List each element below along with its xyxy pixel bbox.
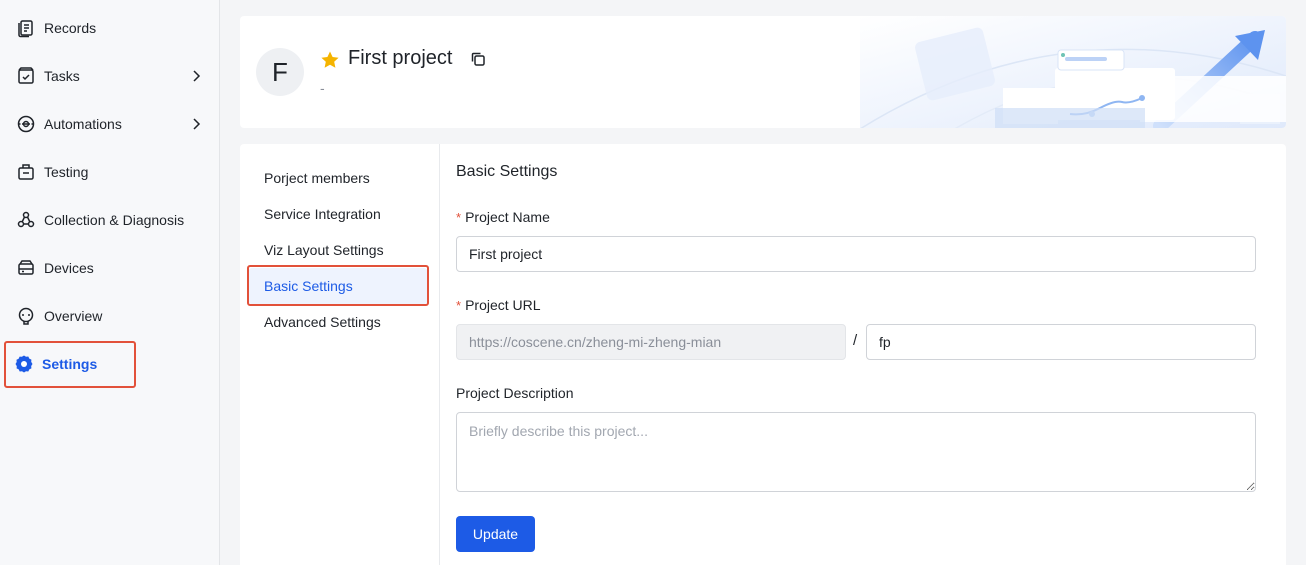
copy-icon[interactable] — [469, 50, 487, 68]
submenu-item-basic-settings[interactable]: Basic Settings — [248, 268, 428, 304]
project-url-slug-input[interactable] — [866, 324, 1256, 360]
project-name-label: * Project Name — [456, 209, 550, 225]
avatar: F — [256, 48, 304, 96]
sidebar-item-automations[interactable]: Automations — [8, 104, 212, 144]
sidebar: Records Tasks Automations Testing Collec… — [0, 0, 220, 565]
project-description-textarea[interactable] — [456, 412, 1256, 492]
sidebar-item-label: Devices — [44, 260, 94, 276]
banner-illustration — [860, 16, 1286, 128]
project-url-label: * Project URL — [456, 297, 541, 313]
url-separator: / — [853, 332, 858, 349]
sidebar-item-records[interactable]: Records — [8, 8, 212, 48]
sidebar-item-label: Settings — [42, 356, 98, 372]
project-subtitle: - — [320, 80, 325, 96]
star-icon[interactable] — [320, 50, 340, 70]
project-name-input[interactable] — [456, 236, 1256, 272]
page-title: First project — [348, 47, 453, 69]
sidebar-item-collection-diagnosis[interactable]: Collection & Diagnosis — [8, 200, 212, 240]
automations-icon — [14, 112, 38, 136]
update-button[interactable]: Update — [456, 516, 535, 552]
overview-icon — [14, 304, 38, 328]
chevron-right-icon — [193, 70, 201, 82]
submenu-item-service-integration[interactable]: Service Integration — [248, 196, 428, 232]
project-description-label: Project Description — [456, 385, 574, 401]
project-name-label-text: Project Name — [465, 209, 550, 225]
sidebar-item-label: Testing — [44, 164, 89, 180]
sidebar-item-label: Overview — [44, 308, 103, 324]
required-mark: * — [456, 210, 462, 225]
testing-icon — [14, 160, 38, 184]
sidebar-item-tasks[interactable]: Tasks — [8, 56, 212, 96]
chevron-right-icon — [193, 118, 201, 130]
records-icon — [14, 16, 38, 40]
sidebar-item-testing[interactable]: Testing — [8, 152, 212, 192]
project-header: F First project - — [240, 16, 1286, 128]
sidebar-item-label: Collection & Diagnosis — [44, 212, 185, 228]
settings-card: Porject members Service Integration Viz … — [240, 144, 1286, 565]
submenu-item-project-members[interactable]: Porject members — [248, 160, 428, 196]
diagnosis-icon — [14, 208, 38, 232]
project-url-label-text: Project URL — [465, 297, 541, 313]
section-title: Basic Settings — [456, 163, 558, 180]
settings-submenu: Porject members Service Integration Viz … — [240, 144, 440, 565]
sidebar-item-label: Automations — [44, 116, 122, 132]
project-url-prefix-input — [456, 324, 846, 360]
sidebar-item-label: Tasks — [44, 68, 80, 84]
sidebar-item-label: Records — [44, 20, 97, 36]
tasks-icon — [14, 64, 38, 88]
submenu-item-viz-layout-settings[interactable]: Viz Layout Settings — [248, 232, 428, 268]
devices-icon — [14, 256, 38, 280]
sidebar-item-overview[interactable]: Overview — [8, 296, 212, 336]
gear-icon — [12, 352, 36, 376]
submenu-item-advanced-settings[interactable]: Advanced Settings — [248, 304, 428, 340]
sidebar-item-devices[interactable]: Devices — [8, 248, 212, 288]
sidebar-item-settings[interactable]: Settings — [6, 344, 132, 384]
required-mark: * — [456, 298, 462, 313]
